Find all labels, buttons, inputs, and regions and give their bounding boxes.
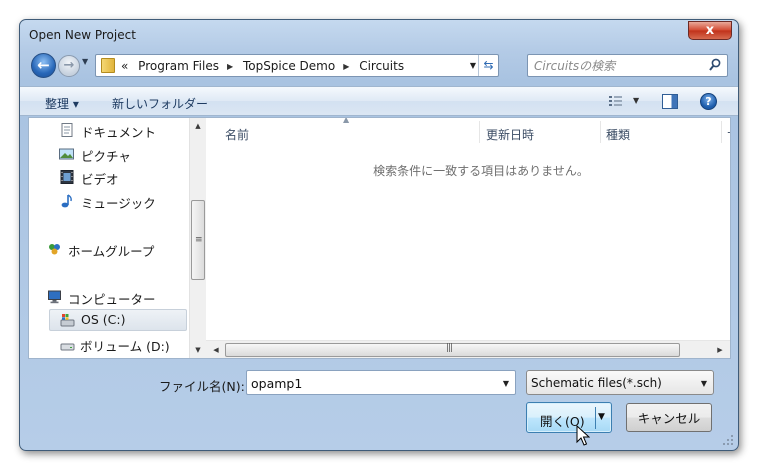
breadcrumb: « Program Files ▶ TopSpice Demo ▶ Circuits (121, 59, 410, 73)
column-name[interactable]: 名前 (225, 126, 249, 143)
navigation-pane[interactable]: ドキュメント ピクチャ ビデオ ミュージック ホームグループ コンピューター O… (29, 118, 189, 358)
cancel-button[interactable]: キャンセル (626, 403, 712, 432)
file-type-value: Schematic files(*.sch) (531, 376, 662, 390)
breadcrumb-circuits[interactable]: Circuits (359, 59, 404, 73)
breadcrumb-program-files[interactable]: Program Files (138, 59, 219, 73)
column-divider[interactable] (721, 121, 722, 143)
refresh-icon: ⇆ (483, 58, 494, 72)
filename-combobox[interactable]: ▼ (246, 370, 516, 395)
sidebar-item-computer[interactable]: コンピューター (29, 286, 169, 308)
sidebar-item-label: コンピューター (68, 292, 156, 307)
breadcrumb-overflow[interactable]: « (121, 59, 128, 73)
sidebar-item-label: ホームグループ (68, 244, 155, 259)
breadcrumb-topspice-demo[interactable]: TopSpice Demo (243, 59, 335, 73)
forward-arrow-icon: → (63, 58, 75, 73)
help-icon[interactable]: ? (700, 93, 717, 110)
split-divider (595, 407, 596, 429)
organize-menu[interactable]: 整理 ▾ (45, 95, 79, 112)
scroll-thumb[interactable]: ≡ (191, 200, 205, 280)
address-bar[interactable]: « Program Files ▶ TopSpice Demo ▶ Circuits… (95, 54, 499, 77)
column-size[interactable]: サイ (727, 126, 730, 143)
sidebar-item-documents[interactable]: ドキュメント (29, 119, 169, 141)
browser-content: ドキュメント ピクチャ ビデオ ミュージック ホームグループ コンピューター O… (28, 117, 731, 359)
command-bar: 整理 ▾ 新しいフォルダー ▼ ? (20, 86, 738, 116)
refresh-button[interactable]: ⇆ (478, 55, 498, 76)
computer-icon (48, 290, 61, 304)
back-button[interactable]: ← (31, 53, 56, 78)
preview-pane-icon[interactable] (662, 94, 678, 109)
close-button[interactable]: x (688, 21, 732, 40)
sidebar-item-videos[interactable]: ビデオ (29, 166, 169, 188)
horizontal-scrollbar[interactable]: ◀ ||| ▶ (206, 340, 730, 358)
view-dropdown-icon[interactable]: ▼ (633, 96, 639, 105)
mouse-cursor-icon (576, 425, 590, 446)
grip-icon: ≡ (195, 235, 203, 245)
scroll-thumb[interactable]: ||| (225, 343, 680, 357)
view-options-icon[interactable] (608, 95, 624, 108)
empty-message: 検索条件に一致する項目はありません。 (373, 164, 589, 178)
column-type[interactable]: 種類 (606, 126, 630, 143)
sidebar-item-label: ピクチャ (81, 149, 131, 164)
address-dropdown-icon[interactable]: ▼ (470, 61, 476, 70)
grip-icon: ||| (446, 343, 453, 353)
title-bar[interactable]: Open New Project x (20, 20, 738, 48)
documents-icon (61, 123, 73, 137)
history-dropdown-icon[interactable]: ▼ (82, 57, 88, 66)
sidebar-item-pictures[interactable]: ピクチャ (29, 143, 169, 165)
navigation-scrollbar[interactable]: ▲ ≡ ▼ (189, 118, 206, 358)
back-arrow-icon: ← (37, 56, 50, 74)
open-button[interactable]: 開く(O) ▼ (526, 402, 612, 433)
column-date-modified[interactable]: 更新日時 (486, 126, 534, 143)
chevron-right-icon[interactable]: ▶ (343, 62, 349, 71)
scroll-up-icon[interactable]: ▲ (190, 118, 206, 134)
chevron-right-icon[interactable]: ▶ (227, 62, 233, 71)
search-box[interactable] (527, 54, 728, 77)
open-dropdown-icon[interactable]: ▼ (598, 412, 605, 422)
file-type-select[interactable]: Schematic files(*.sch) ▼ (526, 370, 714, 395)
sidebar-item-homegroup[interactable]: ホームグループ (29, 238, 169, 260)
column-divider[interactable] (600, 121, 601, 143)
scroll-left-icon[interactable]: ◀ (208, 342, 224, 358)
sidebar-item-label: ドキュメント (81, 125, 157, 140)
resize-grip-icon[interactable] (722, 434, 734, 446)
filename-label: ファイル名(N): (159, 379, 245, 394)
sidebar-item-label: ボリューム (D:) (80, 339, 170, 354)
file-list[interactable]: ▲ 名前 更新日時 種類 サイ 検索条件に一致する項目はありません。 (206, 118, 730, 340)
videos-icon (60, 170, 74, 184)
sidebar-item-label: ビデオ (81, 172, 119, 187)
scroll-down-icon[interactable]: ▼ (190, 342, 206, 358)
navigation-row: ← → ▼ « Program Files ▶ TopSpice Demo ▶ Ci… (20, 48, 738, 82)
drive-icon (60, 343, 75, 351)
sidebar-item-label: OS (C:) (81, 312, 126, 327)
window-title: Open New Project (29, 28, 136, 42)
homegroup-icon (49, 244, 60, 255)
drive-icon (60, 314, 75, 327)
search-input[interactable] (534, 57, 699, 74)
sort-up-icon: ▲ (343, 118, 350, 124)
pictures-icon (59, 148, 74, 160)
search-icon[interactable] (709, 58, 721, 72)
folder-icon (101, 58, 115, 73)
column-divider[interactable] (479, 121, 480, 143)
sidebar-item-os-c[interactable]: OS (C:) (49, 309, 187, 331)
open-project-dialog: Open New Project x ← → ▼ « Program Files… (19, 19, 739, 451)
sidebar-item-music[interactable]: ミュージック (29, 190, 169, 212)
filename-input[interactable] (251, 374, 486, 392)
sidebar-item-volume-d[interactable]: ボリューム (D:) (29, 333, 189, 355)
forward-button[interactable]: → (58, 55, 80, 77)
chevron-down-icon: ▼ (700, 379, 707, 388)
music-icon (61, 194, 72, 208)
new-folder-button[interactable]: 新しいフォルダー (112, 95, 208, 112)
scroll-right-icon[interactable]: ▶ (712, 342, 728, 358)
chevron-down-icon[interactable]: ▼ (503, 379, 509, 388)
sidebar-item-label: ミュージック (81, 196, 156, 211)
